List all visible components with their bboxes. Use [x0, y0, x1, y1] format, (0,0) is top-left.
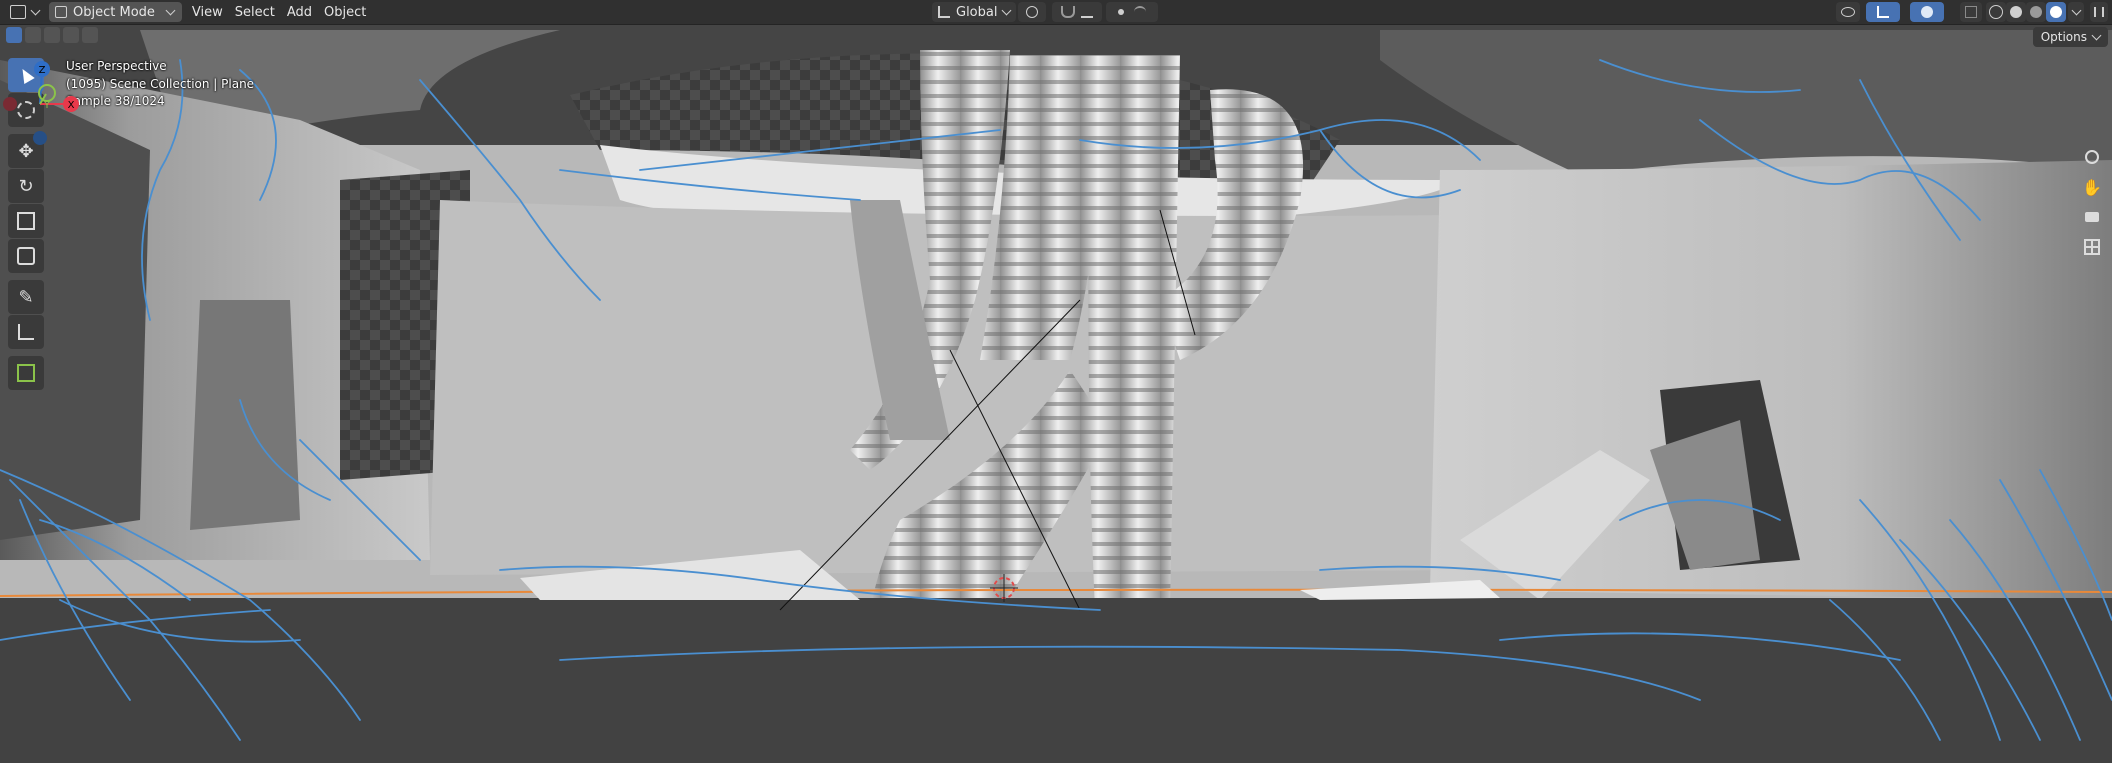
pause-render-button[interactable] — [2090, 2, 2108, 22]
pivot-point-dropdown[interactable] — [1018, 2, 1046, 22]
scale-icon — [17, 212, 35, 230]
solid-shading-button[interactable] — [2006, 2, 2026, 22]
zoom-button[interactable] — [2078, 143, 2106, 171]
menu-view[interactable]: View — [186, 2, 229, 22]
menu-object[interactable]: Object — [318, 2, 372, 22]
camera-view-button[interactable] — [2078, 203, 2106, 231]
overlays-icon — [1921, 6, 1933, 18]
select-invert-button[interactable] — [63, 27, 79, 43]
material-shading-button[interactable] — [2026, 2, 2046, 22]
wireframe-sphere-icon — [1989, 5, 2003, 19]
eye-icon — [1841, 7, 1855, 17]
navigation-gizmo[interactable]: Z X Y — [0, 60, 80, 150]
orientation-icon — [938, 6, 950, 18]
options-label: Options — [2040, 30, 2087, 44]
options-dropdown[interactable]: Options — [2032, 27, 2108, 47]
pan-button[interactable]: ✋ — [2078, 173, 2106, 201]
rotate-tool[interactable]: ↻ — [8, 169, 44, 203]
overlays-toggle[interactable] — [1910, 2, 1944, 22]
material-sphere-icon — [2030, 6, 2042, 18]
viewport-info: User Perspective (1095) Scene Collection… — [66, 58, 254, 111]
measure-tool[interactable] — [8, 315, 44, 349]
snap-toggle[interactable] — [1052, 2, 1102, 22]
object-mode-icon — [55, 6, 67, 18]
pivot-icon — [1026, 6, 1038, 18]
perspective-toggle-button[interactable] — [2078, 233, 2106, 261]
collection-label: (1095) Scene Collection | Plane — [66, 76, 255, 91]
editor-type-button[interactable] — [4, 2, 45, 22]
gizmo-z-label: Z — [39, 65, 46, 76]
magnet-icon — [1061, 6, 1075, 18]
rendered-scene — [0, 25, 2112, 763]
chevron-down-icon — [165, 5, 176, 16]
transform-tool[interactable] — [8, 239, 44, 273]
pause-icon — [2094, 7, 2104, 17]
select-new-button[interactable] — [6, 27, 22, 43]
select-mode-strip — [6, 27, 98, 43]
hand-pan-icon: ✋ — [2082, 177, 2102, 197]
menu-add[interactable]: Add — [281, 2, 318, 22]
snap-target-icon — [1081, 6, 1093, 18]
add-cube-icon — [17, 364, 35, 382]
xray-icon — [1965, 6, 1977, 18]
shading-options-dropdown[interactable] — [2068, 2, 2084, 22]
gizmo-y-label: Y — [43, 101, 50, 111]
gizmo-neg-z-axis[interactable] — [33, 131, 47, 145]
gizmo-toggle[interactable] — [1866, 2, 1900, 22]
orientation-label: Global — [956, 4, 998, 20]
grid-toggle-icon — [2084, 239, 2100, 255]
camera-icon — [2085, 212, 2099, 222]
proportional-edit-toggle[interactable] — [1106, 2, 1158, 22]
visibility-dropdown[interactable] — [1836, 2, 1860, 22]
viewport-editor-icon — [10, 5, 26, 19]
scale-tool[interactable] — [8, 204, 44, 238]
gizmo-x-label: X — [68, 100, 75, 111]
sample-label: Sample 38/1024 — [66, 94, 165, 108]
rendered-sphere-icon — [2050, 6, 2062, 18]
select-intersect-button[interactable] — [82, 27, 98, 43]
falloff-curve-icon — [1134, 6, 1146, 18]
chevron-down-icon — [2071, 5, 2081, 16]
rotate-icon: ↻ — [18, 175, 34, 197]
gizmo-icon — [1877, 6, 1889, 18]
gizmo-neg-x-axis[interactable] — [3, 97, 17, 111]
perspective-label: User Perspective — [66, 59, 167, 73]
zoom-icon — [2085, 150, 2099, 164]
measure-icon — [18, 324, 34, 340]
xray-toggle[interactable] — [1960, 2, 1982, 22]
select-extend-button[interactable] — [25, 27, 41, 43]
rendered-shading-button[interactable] — [2046, 2, 2066, 22]
menu-select[interactable]: Select — [229, 2, 281, 22]
proportional-dot-icon — [1118, 9, 1124, 15]
mode-dropdown[interactable]: Object Mode — [49, 2, 182, 22]
chevron-down-icon — [2091, 30, 2102, 41]
transform-orientation-dropdown[interactable]: Global — [932, 2, 1017, 22]
annotate-tool[interactable]: ✎ — [8, 280, 44, 314]
3d-viewport[interactable]: Options User Perspective (1095) Scene Co… — [0, 25, 2112, 763]
solid-sphere-icon — [2010, 6, 2022, 18]
select-subtract-button[interactable] — [44, 27, 60, 43]
annotate-icon: ✎ — [18, 286, 34, 308]
chevron-down-icon — [30, 5, 41, 16]
mode-label: Object Mode — [73, 4, 155, 20]
chevron-down-icon — [1002, 5, 1012, 16]
wireframe-shading-button[interactable] — [1986, 2, 2006, 22]
transform-icon — [17, 247, 35, 265]
add-cube-tool[interactable] — [8, 356, 44, 390]
